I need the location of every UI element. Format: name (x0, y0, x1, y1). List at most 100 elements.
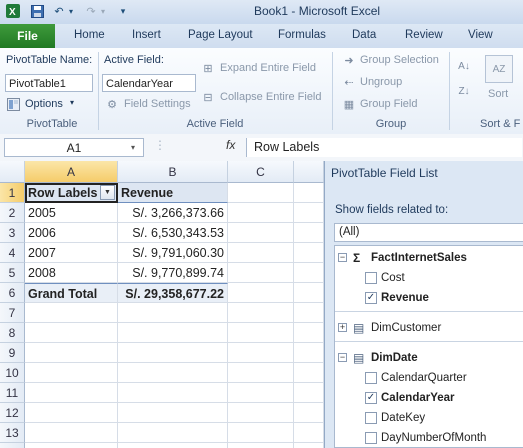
worksheet-grid[interactable]: A B C 1 Row Labels Revenue 2 2005 S/. 3,266,3… (0, 161, 324, 448)
cell[interactable] (25, 403, 118, 423)
row-header[interactable]: 1 (0, 183, 25, 203)
row-header[interactable]: 11 (0, 383, 25, 403)
cell[interactable] (25, 343, 118, 363)
cell[interactable] (118, 303, 228, 323)
cell[interactable] (228, 263, 294, 283)
row-header[interactable]: 7 (0, 303, 25, 323)
cell[interactable] (294, 243, 324, 263)
redo-dropdown-icon[interactable]: ▾ (96, 4, 110, 18)
sort-az-icon[interactable]: A↓ (457, 59, 471, 73)
row-header[interactable]: 8 (0, 323, 25, 343)
field-checkbox[interactable] (365, 432, 377, 444)
cell[interactable] (228, 303, 294, 323)
cell[interactable] (294, 263, 324, 283)
options-button[interactable]: Options (25, 98, 63, 110)
customize-icon[interactable]: ▾ (116, 4, 130, 18)
cell[interactable] (228, 323, 294, 343)
cell[interactable] (228, 203, 294, 223)
collapse-icon[interactable]: − (338, 353, 347, 362)
pivot-row-label[interactable]: 2005 (25, 203, 118, 223)
pivot-revenue-header[interactable]: Revenue (118, 183, 228, 203)
pivot-grand-total-label[interactable]: Grand Total (25, 283, 118, 303)
row-header[interactable]: 13 (0, 423, 25, 443)
save-icon[interactable] (30, 4, 44, 18)
tab-insert[interactable]: Insert (132, 29, 161, 41)
pivot-row-label[interactable]: 2007 (25, 243, 118, 263)
cell[interactable] (25, 423, 118, 443)
name-box[interactable]: A1 (4, 138, 144, 157)
row-header[interactable]: 14 (0, 443, 25, 448)
row-header[interactable]: 12 (0, 403, 25, 423)
cell[interactable] (228, 183, 294, 203)
pivot-value-cell[interactable]: S/. 9,770,899.74 (118, 263, 228, 283)
tab-page-layout[interactable]: Page Layout (188, 29, 253, 41)
column-header-a[interactable]: A (25, 161, 118, 183)
expand-icon[interactable]: + (338, 323, 347, 332)
expand-entire-field-button[interactable]: Expand Entire Field (220, 62, 316, 74)
cell[interactable] (228, 443, 294, 448)
row-header[interactable]: 10 (0, 363, 25, 383)
pivot-value-cell[interactable]: S/. 3,266,373.66 (118, 203, 228, 223)
field-row[interactable]: Cost (335, 268, 523, 288)
cell[interactable] (118, 443, 228, 448)
cell[interactable] (294, 303, 324, 323)
insert-function-icon[interactable]: fx (226, 138, 235, 152)
row-header[interactable]: 6 (0, 283, 25, 303)
cell[interactable] (228, 403, 294, 423)
options-dropdown-icon[interactable]: ▾ (70, 98, 74, 107)
column-header-d[interactable] (294, 161, 324, 183)
cell[interactable] (228, 243, 294, 263)
select-all-corner[interactable] (0, 161, 25, 183)
active-field-input[interactable]: CalendarYear (102, 74, 196, 92)
cell[interactable] (294, 183, 324, 203)
tab-view[interactable]: View (468, 29, 493, 41)
cell[interactable] (228, 363, 294, 383)
cell[interactable] (294, 423, 324, 443)
field-row[interactable]: ✓ CalendarYear (335, 388, 523, 408)
field-row[interactable]: DayNumberOfMonth (335, 428, 523, 447)
cell[interactable] (294, 403, 324, 423)
cell[interactable] (228, 283, 294, 303)
cell[interactable] (294, 443, 324, 448)
collapse-entire-field-button[interactable]: Collapse Entire Field (220, 91, 322, 103)
cell[interactable] (294, 383, 324, 403)
cell[interactable] (118, 403, 228, 423)
field-row[interactable]: DateKey (335, 408, 523, 428)
cell[interactable] (228, 383, 294, 403)
collapse-icon[interactable]: − (338, 253, 347, 262)
pivot-value-cell[interactable]: S/. 6,530,343.53 (118, 223, 228, 243)
field-settings-button[interactable]: Field Settings (124, 98, 191, 110)
cell[interactable] (25, 363, 118, 383)
group-selection-button[interactable]: Group Selection (360, 54, 439, 66)
field-checkbox[interactable] (365, 272, 377, 284)
tab-formulas[interactable]: Formulas (278, 29, 326, 41)
cell[interactable] (118, 383, 228, 403)
pivot-row-label[interactable]: 2008 (25, 263, 118, 283)
field-checkbox[interactable] (365, 412, 377, 424)
undo-dropdown-icon[interactable]: ▾ (64, 4, 78, 18)
tab-home[interactable]: Home (74, 29, 105, 41)
pivottable-name-input[interactable]: PivotTable1 (5, 74, 93, 92)
field-row[interactable]: CalendarQuarter (335, 368, 523, 388)
cell[interactable] (25, 323, 118, 343)
row-labels-filter-dropdown-icon[interactable]: ▼ (100, 185, 115, 200)
cell[interactable] (294, 223, 324, 243)
pivot-value-cell[interactable]: S/. 9,791,060.30 (118, 243, 228, 263)
tab-data[interactable]: Data (352, 29, 376, 41)
name-box-dropdown-icon[interactable]: ▾ (131, 143, 135, 152)
field-checkbox[interactable] (365, 372, 377, 384)
cell[interactable] (294, 283, 324, 303)
sort-za-icon[interactable]: Z↓ (457, 84, 471, 98)
row-header[interactable]: 2 (0, 203, 25, 223)
field-checkbox[interactable]: ✓ (365, 392, 377, 404)
cell[interactable] (25, 443, 118, 448)
column-header-b[interactable]: B (118, 161, 228, 183)
cell[interactable] (294, 343, 324, 363)
row-header[interactable]: 5 (0, 263, 25, 283)
field-checkbox[interactable]: ✓ (365, 292, 377, 304)
cell[interactable] (228, 423, 294, 443)
field-table-row[interactable]: − ▤ DimDate (335, 348, 523, 368)
ungroup-button[interactable]: Ungroup (360, 76, 402, 88)
cell[interactable] (118, 423, 228, 443)
cell[interactable] (228, 343, 294, 363)
